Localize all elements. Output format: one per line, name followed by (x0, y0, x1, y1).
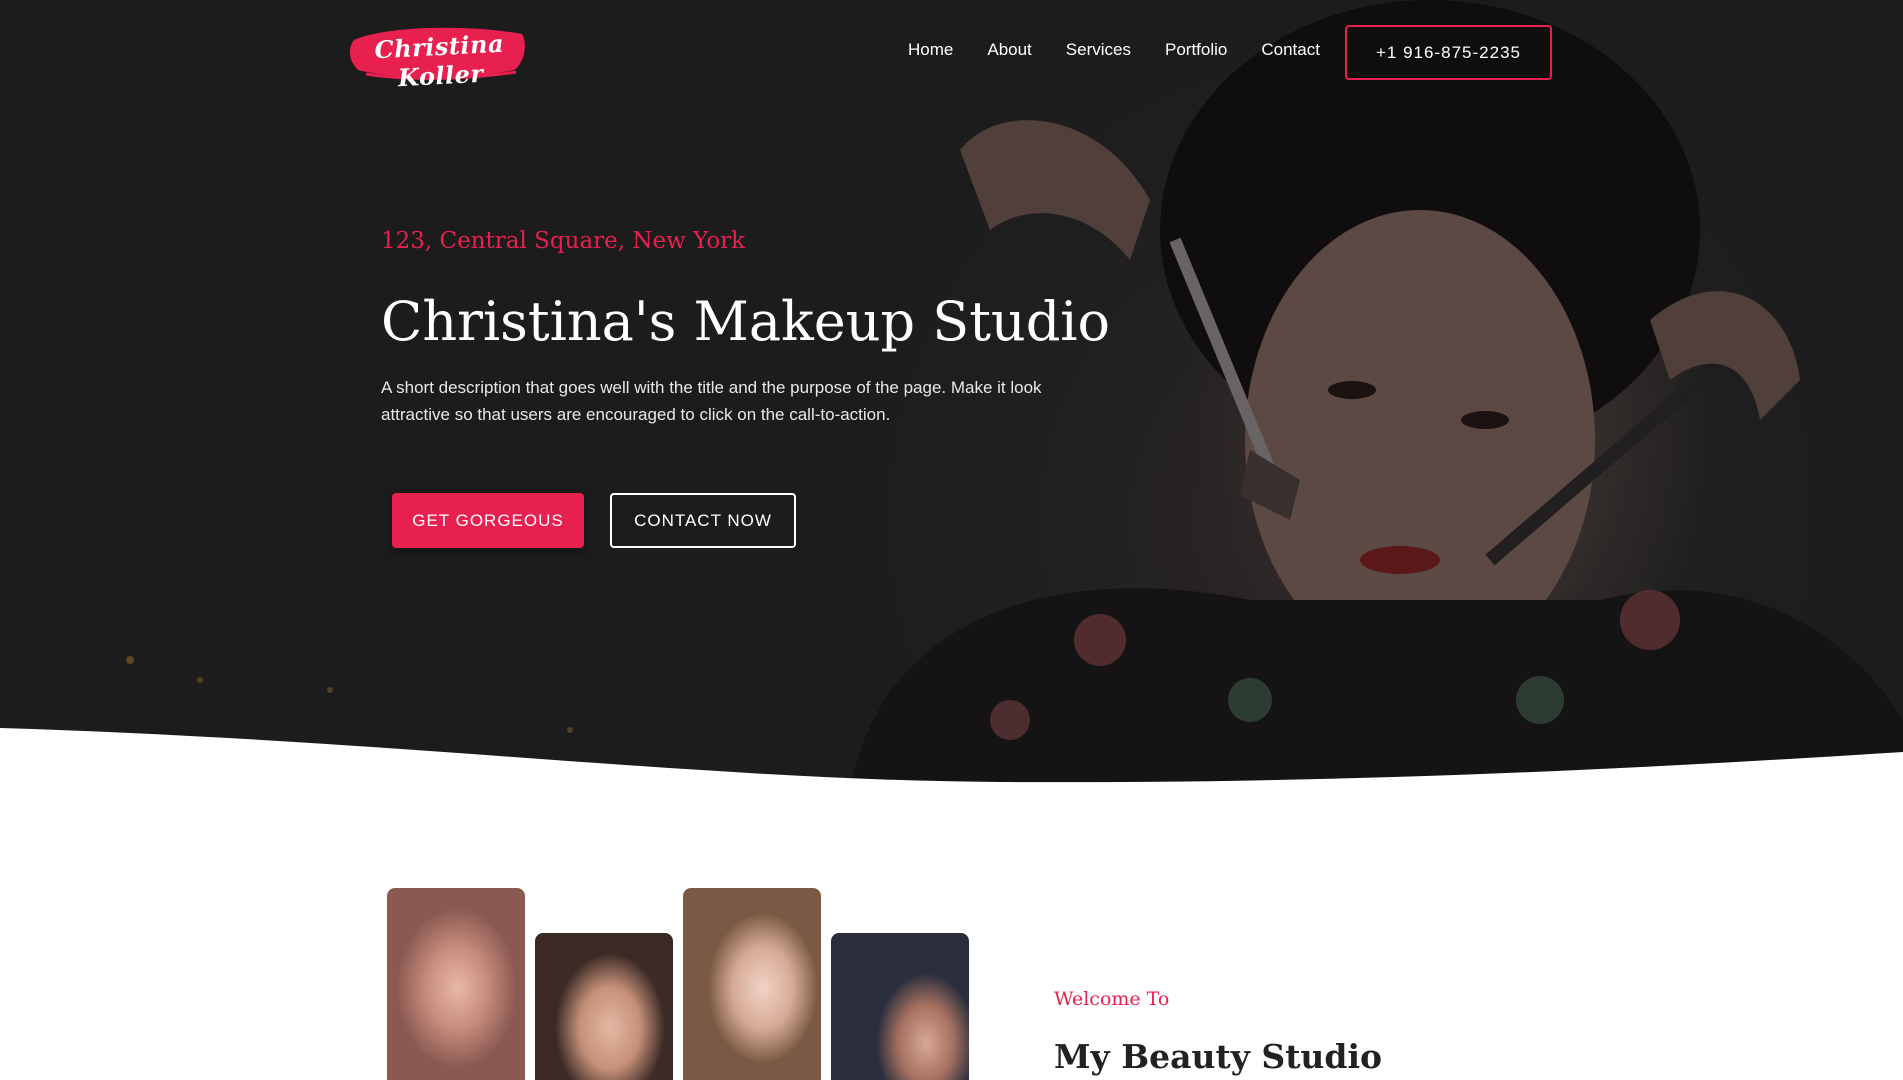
hero-description: A short description that goes well with … (381, 378, 1042, 424)
nav-item-portfolio[interactable]: Portfolio (1165, 40, 1227, 60)
gallery-photo-1 (387, 888, 525, 1080)
hero-address: 123, Central Square, New York (381, 228, 746, 254)
nav-item-home[interactable]: Home (908, 40, 953, 60)
welcome-kicker: Welcome To (1054, 988, 1170, 1010)
gallery-photo-3 (683, 888, 821, 1080)
contact-now-button[interactable]: CONTACT NOW (610, 493, 796, 548)
nav-item-about[interactable]: About (987, 40, 1031, 60)
get-gorgeous-button[interactable]: GET GORGEOUS (392, 493, 584, 548)
gallery-photo-4 (831, 933, 969, 1080)
nav-item-contact[interactable]: Contact (1261, 40, 1320, 60)
brand-logo-text[interactable]: Christina Koller (349, 27, 532, 94)
phone-button[interactable]: +1 916-875-2235 (1345, 25, 1552, 80)
main-nav: Home About Services Portfolio Contact (908, 40, 1354, 60)
hero-title: Christina's Makeup Studio (381, 290, 1111, 353)
gallery-photo-2 (535, 933, 673, 1080)
hero-wave-divider (0, 728, 1903, 800)
nav-item-services[interactable]: Services (1066, 40, 1131, 60)
about-title: My Beauty Studio (1054, 1037, 1383, 1076)
